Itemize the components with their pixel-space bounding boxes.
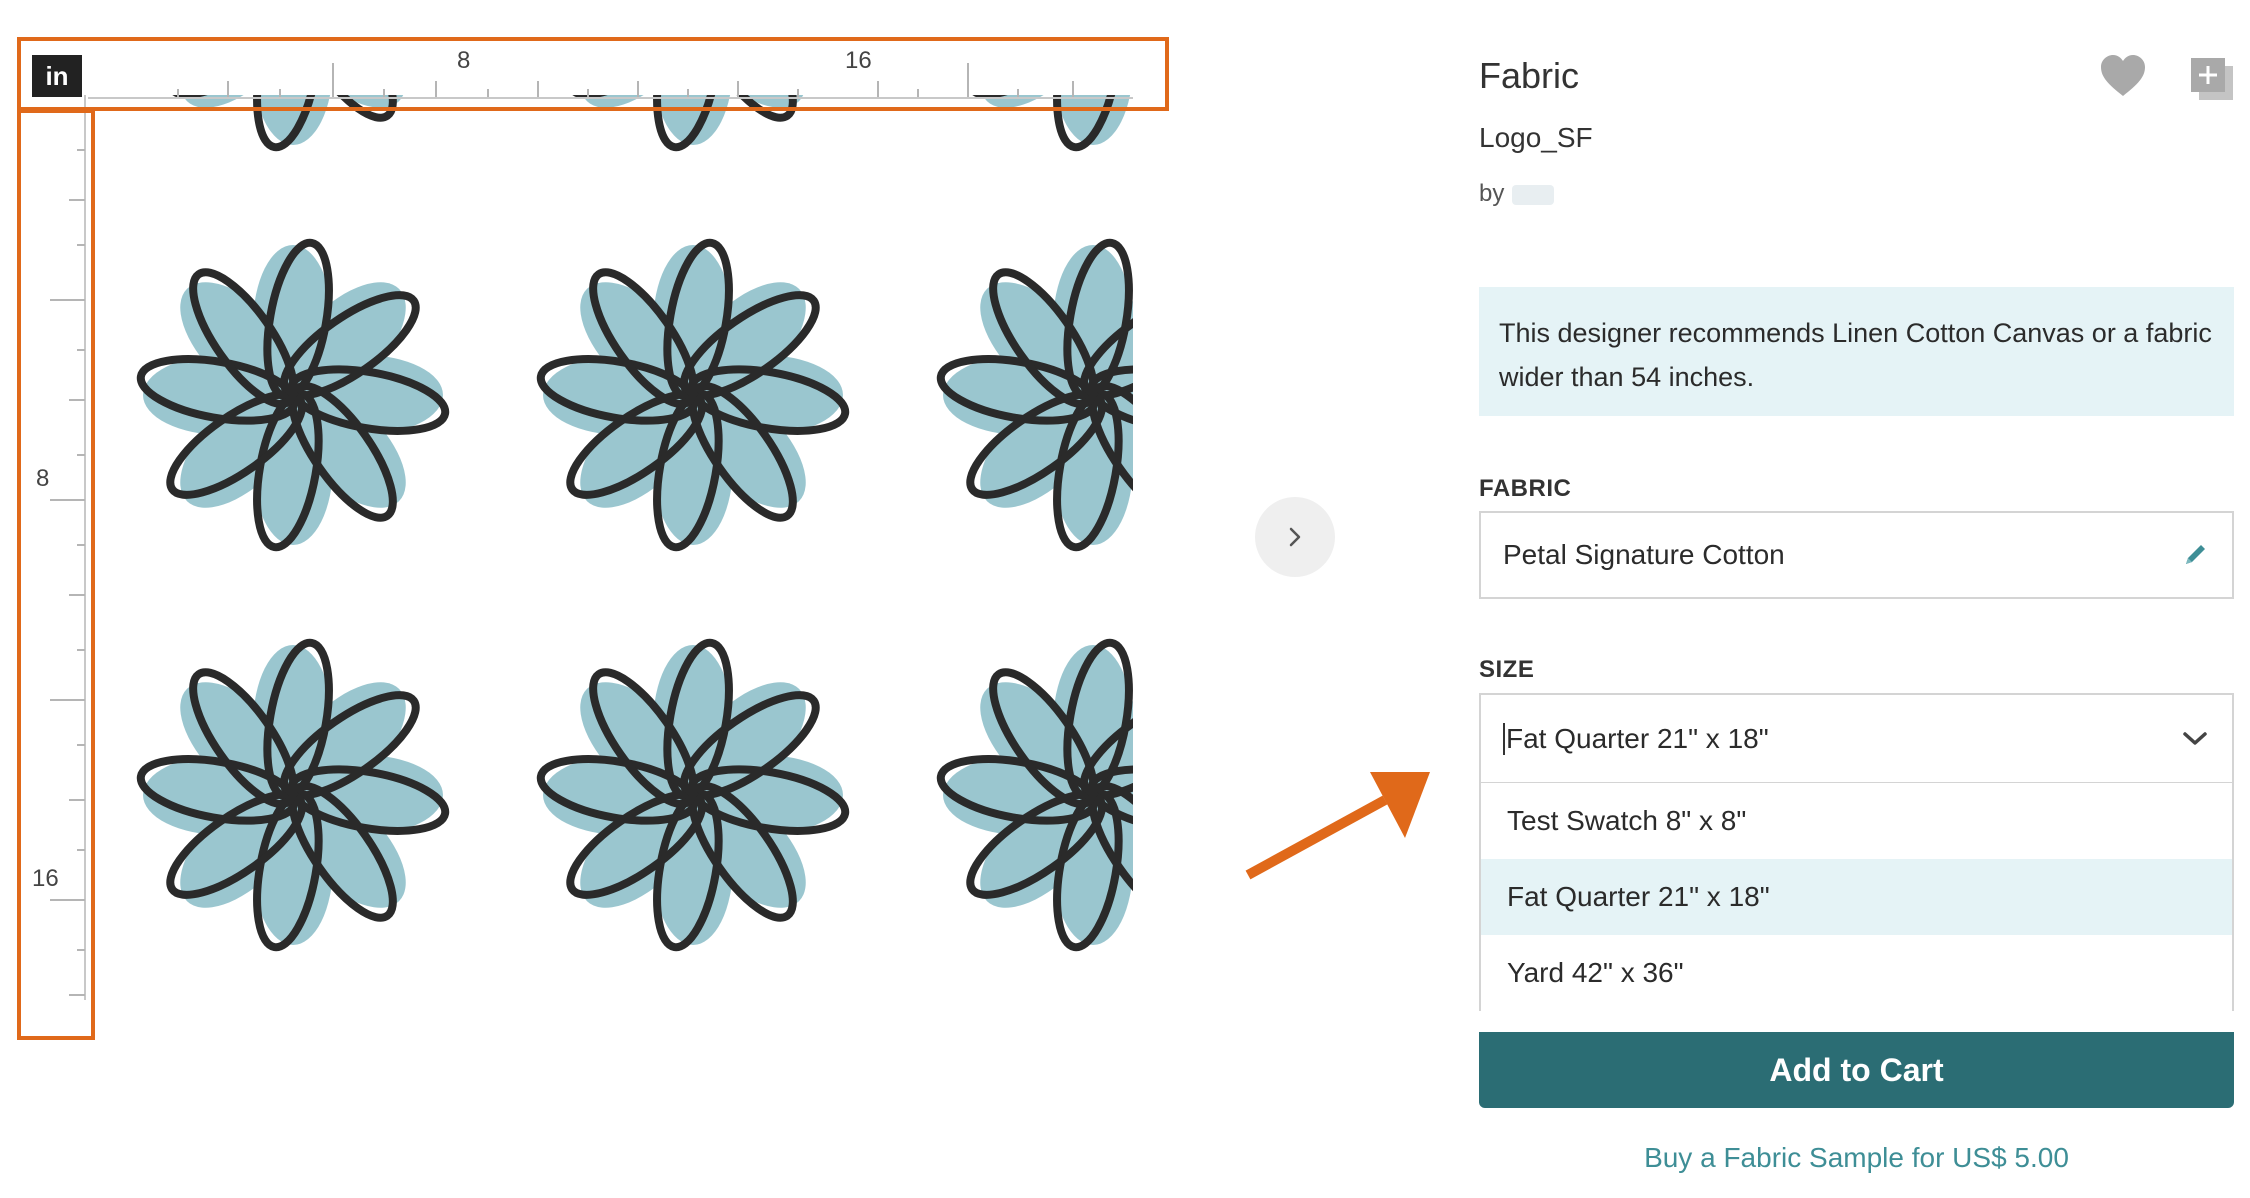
fabric-pattern-preview bbox=[88, 95, 1133, 1000]
size-label: SIZE bbox=[1479, 656, 1535, 683]
fabric-value: Petal Signature Cotton bbox=[1503, 539, 1785, 570]
pencil-icon bbox=[2186, 545, 2205, 564]
design-preview: 8 16 8 16 in bbox=[0, 0, 1335, 1198]
fabric-selector[interactable]: Petal Signature Cotton bbox=[1479, 511, 2234, 599]
by-label: by bbox=[1479, 180, 1505, 207]
heart-icon[interactable] bbox=[2098, 52, 2148, 102]
text-cursor bbox=[1503, 722, 1505, 755]
size-option-fat-quarter[interactable]: Fat Quarter 21" x 18" bbox=[1481, 859, 2232, 935]
designer-byline: by bbox=[1479, 180, 1555, 208]
fabric-label: FABRIC bbox=[1479, 475, 1572, 502]
size-option-test-swatch[interactable]: Test Swatch 8" x 8" bbox=[1481, 783, 2232, 859]
add-to-cart-button[interactable]: Add to Cart bbox=[1479, 1032, 2234, 1108]
designer-recommendation: This designer recommends Linen Cotton Ca… bbox=[1479, 287, 2234, 416]
buy-sample-link[interactable]: Buy a Fabric Sample for US$ 5.00 bbox=[1479, 1142, 2234, 1174]
product-title: Fabric bbox=[1479, 55, 1580, 96]
add-to-collection-icon[interactable] bbox=[2189, 56, 2235, 102]
highlight-box-top-ruler bbox=[17, 37, 1169, 111]
size-options-list: Test Swatch 8" x 8" Fat Quarter 21" x 18… bbox=[1479, 783, 2234, 1011]
highlight-box-left-ruler bbox=[17, 109, 95, 1040]
size-selected-value: Fat Quarter 21" x 18" bbox=[1506, 722, 1769, 754]
design-name[interactable]: Logo_SF bbox=[1479, 122, 1593, 154]
designer-name-redacted[interactable] bbox=[1512, 184, 1555, 205]
size-dropdown[interactable]: Fat Quarter 21" x 18" bbox=[1479, 693, 2234, 783]
arrow-annotation bbox=[1245, 772, 1430, 880]
chevron-down-icon bbox=[2183, 731, 2207, 745]
chevron-right-icon bbox=[1289, 527, 1301, 547]
next-image-button[interactable] bbox=[1255, 497, 1335, 577]
size-option-yard[interactable]: Yard 42" x 36" bbox=[1481, 935, 2232, 1011]
